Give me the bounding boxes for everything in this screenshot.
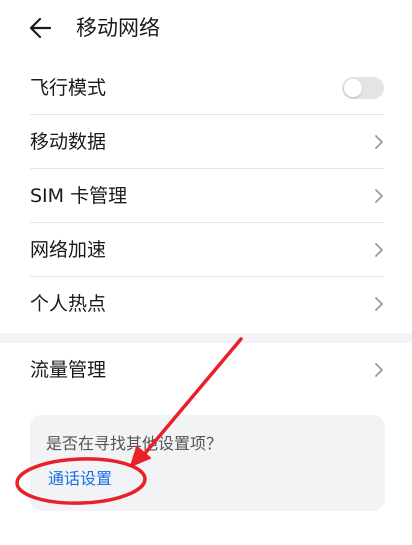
data-usage-label: 流量管理 — [30, 359, 107, 381]
top-app-bar: 移动网络 — [0, 0, 412, 56]
arrow-left-icon — [29, 17, 52, 39]
network-acceleration-row[interactable]: 网络加速 — [30, 223, 384, 277]
mobile-data-label: 移动数据 — [30, 131, 107, 153]
sim-management-label: SIM 卡管理 — [30, 185, 128, 207]
sim-management-row[interactable]: SIM 卡管理 — [30, 169, 384, 223]
toggle-knob — [344, 79, 362, 97]
section-divider — [0, 333, 412, 343]
data-usage-section: 流量管理 — [0, 343, 412, 397]
mobile-data-row[interactable]: 移动数据 — [30, 115, 384, 169]
network-acceleration-label: 网络加速 — [30, 239, 107, 261]
personal-hotspot-label: 个人热点 — [30, 293, 107, 315]
chevron-right-icon — [375, 243, 383, 257]
back-button[interactable] — [24, 12, 60, 44]
data-usage-row[interactable]: 流量管理 — [30, 343, 384, 397]
suggestion-card: 是否在寻找其他设置项？ 通话设置 — [30, 415, 385, 511]
settings-list: 飞行模式 移动数据 SIM 卡管理 网络加速 个人热点 — [0, 61, 412, 333]
airplane-mode-label: 飞行模式 — [30, 77, 107, 99]
personal-hotspot-row[interactable]: 个人热点 — [30, 277, 384, 331]
page-title: 移动网络 — [76, 16, 160, 40]
chevron-right-icon — [375, 363, 383, 377]
chevron-right-icon — [375, 189, 383, 203]
airplane-mode-toggle[interactable] — [342, 77, 384, 99]
call-settings-link[interactable]: 通话设置 — [48, 468, 112, 490]
chevron-right-icon — [375, 135, 383, 149]
suggestion-question: 是否在寻找其他设置项？ — [46, 434, 223, 453]
chevron-right-icon — [375, 297, 383, 311]
airplane-mode-row[interactable]: 飞行模式 — [30, 61, 384, 115]
